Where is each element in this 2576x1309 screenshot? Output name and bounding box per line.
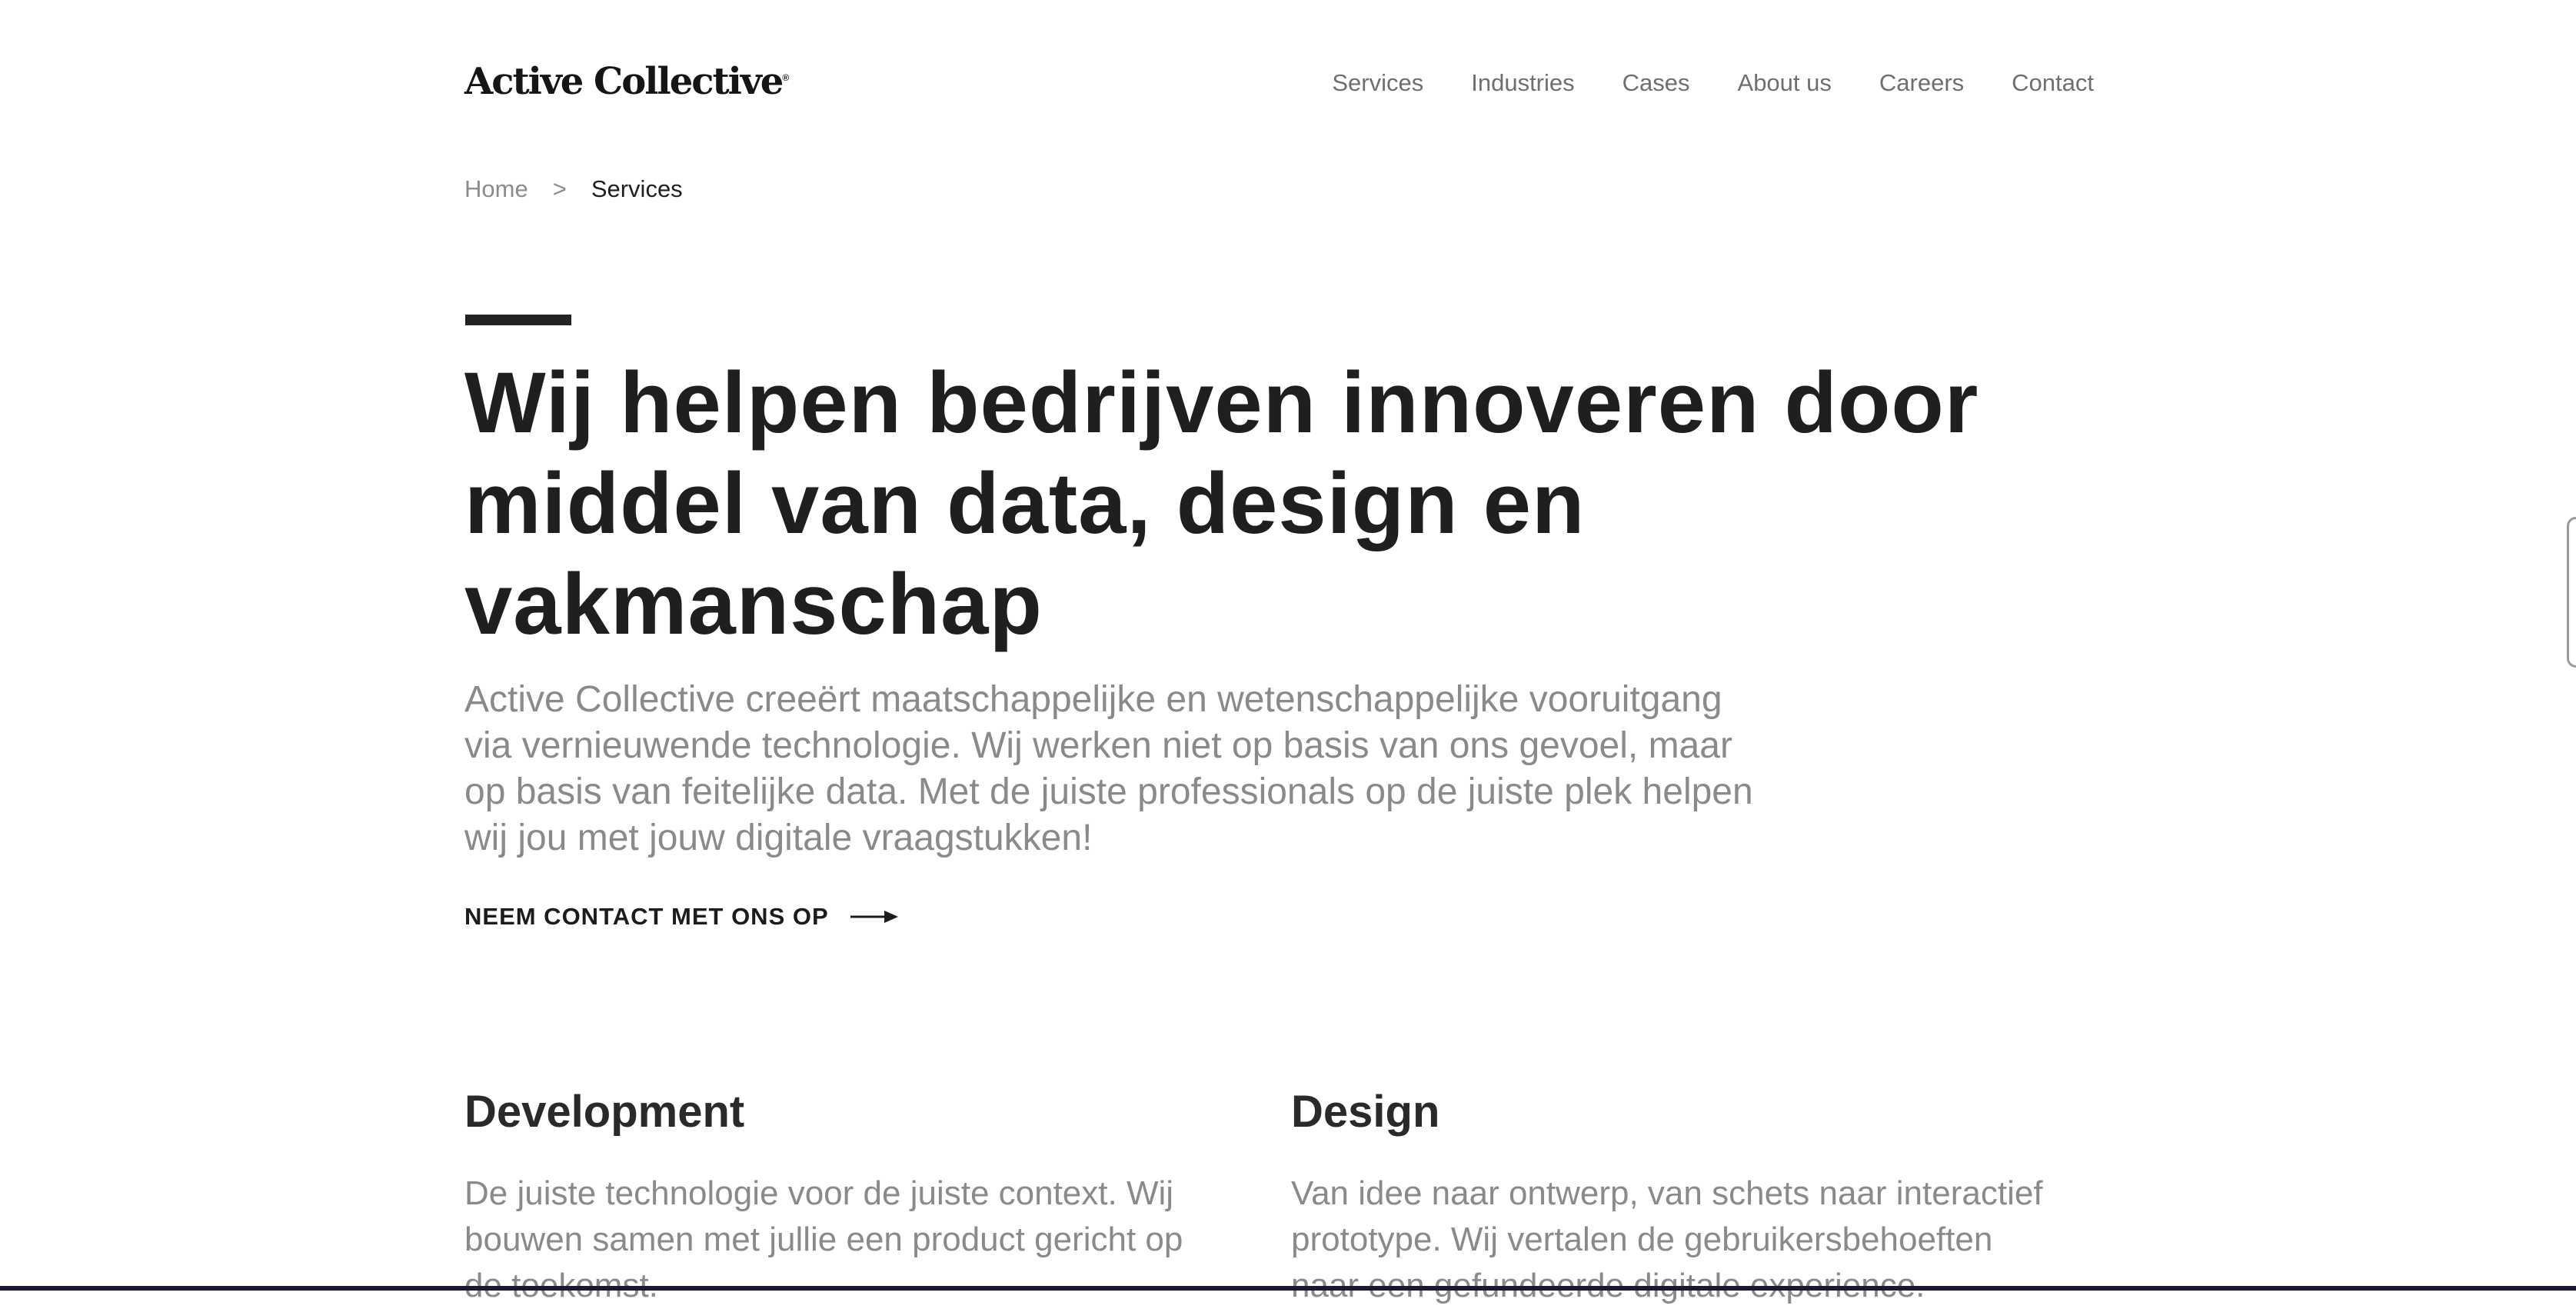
- breadcrumb-home-link[interactable]: Home: [464, 175, 528, 203]
- breadcrumb-current: Services: [591, 175, 683, 202]
- page-title: Wij helpen bedrijven innoveren door midd…: [464, 355, 1979, 652]
- logo[interactable]: Active Collective®: [464, 60, 789, 103]
- title-accent-bar: [465, 315, 571, 325]
- page: Active Collective® Services Industries C…: [0, 0, 2576, 1304]
- service-design: Design Van idee naar ontwerp, van schets…: [1291, 1083, 2060, 1309]
- service-development-title: Development: [464, 1087, 745, 1137]
- nav-item-services[interactable]: Services: [1332, 69, 1423, 97]
- hero-lead-text: Active Collective creeërt maatschappelij…: [464, 679, 1753, 858]
- logo-text: Active Collective: [464, 60, 784, 103]
- nav-item-contact[interactable]: Contact: [2012, 69, 2094, 97]
- logo-registered-mark: ®: [782, 72, 790, 83]
- service-development: Development De juiste technologie voor d…: [464, 1083, 1233, 1309]
- nav-item-cases[interactable]: Cases: [1622, 69, 1690, 97]
- service-design-title: Design: [1291, 1087, 1440, 1137]
- contact-cta-label: NEEM CONTACT MET ONS OP: [464, 903, 829, 930]
- breadcrumb-separator: >: [552, 175, 567, 202]
- nav-item-about-us[interactable]: About us: [1738, 69, 1832, 97]
- nav-item-careers[interactable]: Careers: [1879, 69, 1964, 97]
- nav-item-industries[interactable]: Industries: [1471, 69, 1574, 97]
- breadcrumb: Home > Services: [464, 175, 683, 203]
- main-nav: Services Industries Cases About us Caree…: [1332, 69, 2094, 97]
- window-bottom-edge: [0, 1286, 2576, 1291]
- arrow-right-icon: [850, 911, 898, 923]
- side-feedback-tab[interactable]: [2567, 517, 2576, 668]
- contact-cta-button[interactable]: NEEM CONTACT MET ONS OP: [464, 903, 898, 931]
